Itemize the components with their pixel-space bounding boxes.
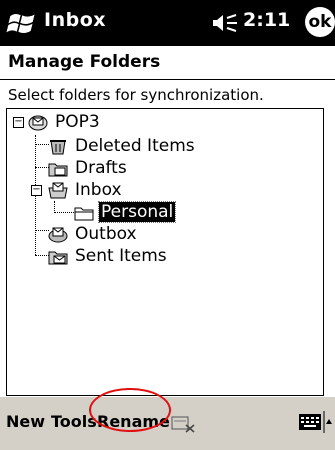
tools-menu[interactable]: Tools [51, 412, 97, 431]
trash-folder-icon [50, 140, 66, 155]
collapse-icon[interactable]: − [13, 117, 24, 128]
menu-bar: New Tools Rename [0, 396, 335, 450]
input-panel-arrow-icon[interactable] [323, 411, 333, 433]
tree-item-label: Deleted Items [75, 136, 195, 156]
windows-start-icon[interactable] [6, 6, 38, 38]
tree-item-drafts[interactable]: Drafts [47, 157, 129, 179]
tree-item-pop3[interactable]: POP3 [27, 111, 102, 133]
collapse-icon[interactable]: − [31, 185, 42, 196]
ok-button[interactable]: ok [305, 7, 335, 37]
tree-item-sent-items[interactable]: Sent Items [47, 245, 169, 267]
folder-delete-icon[interactable] [170, 413, 196, 433]
tree-item-label-selected: Personal [97, 201, 177, 223]
tree-item-deleted-items[interactable]: Deleted Items [47, 135, 197, 157]
folder-icon [74, 207, 94, 221]
outbox-folder-icon [48, 227, 68, 243]
clock[interactable]: 2:11 [243, 9, 290, 31]
tree-item-label: POP3 [55, 112, 100, 132]
mail-service-icon [28, 115, 48, 131]
divider [0, 79, 335, 80]
app-title: Inbox [44, 9, 107, 31]
tree-item-label: Drafts [75, 158, 127, 178]
tree-connector [54, 212, 74, 213]
keyboard-icon[interactable] [299, 414, 321, 430]
tree-item-outbox[interactable]: Outbox [47, 223, 139, 245]
tree-item-inbox[interactable]: Inbox [47, 179, 124, 201]
tree-item-label: Inbox [75, 180, 122, 200]
sent-folder-icon [48, 251, 68, 265]
tree-item-label: Sent Items [75, 246, 167, 266]
tree-item-personal[interactable]: Personal [73, 201, 177, 223]
new-menu[interactable]: New [6, 412, 45, 431]
folder-tree[interactable]: − POP3 Deleted Items Drafts − Inbox Pers… [6, 108, 324, 396]
rename-button[interactable]: Rename [97, 412, 170, 431]
page-title: Manage Folders [8, 52, 161, 72]
speaker-icon[interactable] [212, 12, 238, 34]
inbox-folder-icon [48, 182, 68, 199]
tree-item-label: Outbox [75, 224, 137, 244]
drafts-folder-icon [48, 163, 68, 177]
instructions-text: Select folders for synchronization. [8, 86, 264, 104]
title-bar: Inbox 2:11 ok [0, 0, 335, 46]
